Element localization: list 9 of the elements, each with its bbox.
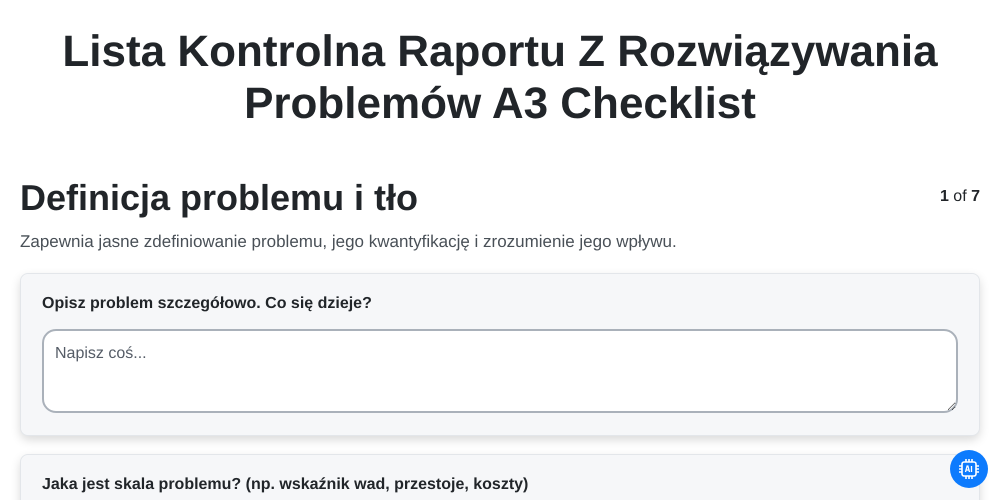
chip-icon (957, 457, 981, 481)
question-label: Jaka jest skala problemu? (np. wskaźnik wad, przestoje, koszty) (42, 474, 530, 494)
section-description: Zapewnia jasne zdefiniowanie problemu, jego kwantyfikację i zrozumienie jego wpływu. (20, 231, 678, 253)
page-counter: 1 of 7 (940, 187, 980, 207)
ai-button[interactable] (950, 450, 988, 488)
page-title: Lista Kontrolna Raportu Z Rozwiązywania Problemów A3 Checklist (61, 26, 939, 130)
answer-field[interactable]: Napisz coś... (42, 328, 958, 412)
section-heading: Definicja problemu i tło (20, 176, 418, 220)
question-label: Opisz problem szczegółowo. Co się dzieje? (42, 294, 373, 314)
